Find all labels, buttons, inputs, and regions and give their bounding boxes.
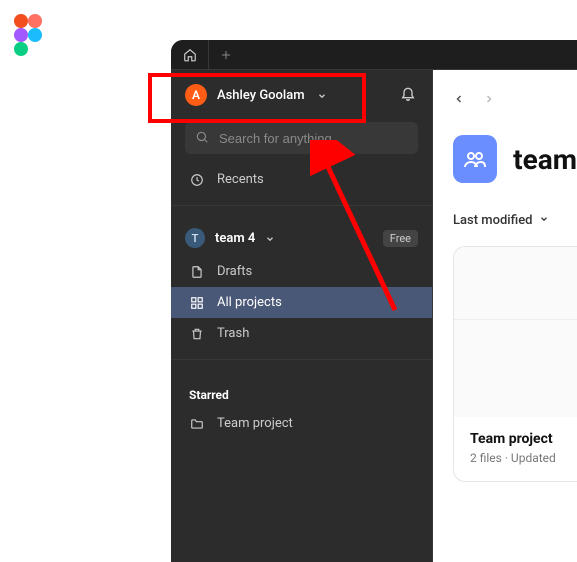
- sidebar-item-trash[interactable]: Trash: [171, 318, 432, 349]
- chevron-down-icon: [265, 229, 275, 248]
- user-name: Ashley Goolam: [217, 88, 305, 103]
- search-input[interactable]: [219, 131, 408, 146]
- sidebar-item-recents[interactable]: Recents: [171, 164, 432, 195]
- sort-label: Last modified: [453, 213, 533, 228]
- divider: [171, 359, 432, 360]
- team-switcher[interactable]: T team 4 Free: [171, 216, 432, 256]
- card-subtitle: 2 files · Updated: [470, 451, 577, 465]
- team-avatar: T: [185, 228, 205, 248]
- new-tab-button[interactable]: [209, 49, 243, 61]
- nav-forward-button[interactable]: [483, 90, 495, 109]
- figma-logo: [14, 14, 42, 56]
- sidebar-item-label: Drafts: [217, 264, 252, 279]
- account-switcher[interactable]: A Ashley Goolam: [185, 84, 327, 106]
- sort-dropdown[interactable]: Last modified: [433, 207, 577, 246]
- plan-badge: Free: [383, 230, 418, 247]
- search-field[interactable]: [185, 122, 418, 154]
- sidebar-item-drafts[interactable]: Drafts: [171, 256, 432, 287]
- sidebar-item-label: All projects: [217, 295, 282, 310]
- sidebar-item-label: Team project: [217, 416, 293, 431]
- file-icon: [189, 265, 205, 279]
- grid-icon: [189, 296, 205, 310]
- app-window: A Ashley Goolam: [171, 40, 577, 562]
- avatar: A: [185, 84, 207, 106]
- chevron-down-icon: [539, 213, 549, 228]
- sidebar-item-label: Trash: [217, 326, 249, 341]
- sidebar-item-all-projects[interactable]: All projects: [171, 287, 432, 318]
- project-card[interactable]: Team project 2 files · Updated: [453, 246, 577, 482]
- trash-icon: [189, 327, 205, 341]
- notifications-button[interactable]: [400, 85, 416, 105]
- team-name: team 4: [215, 231, 255, 246]
- starred-header: Starred: [171, 370, 432, 408]
- sidebar: A Ashley Goolam: [171, 70, 433, 562]
- tab-bar: [171, 40, 577, 70]
- nav-back-button[interactable]: [453, 90, 465, 109]
- sidebar-item-label: Recents: [217, 172, 264, 187]
- team-tile-icon: [453, 135, 497, 183]
- card-title: Team project: [470, 431, 577, 447]
- sidebar-item-team-project[interactable]: Team project: [171, 408, 432, 439]
- content-panel: team Last modified Team project 2 files …: [433, 70, 577, 562]
- card-thumbnail: [454, 247, 577, 417]
- home-tab[interactable]: [171, 40, 209, 70]
- page-title: team: [513, 143, 577, 176]
- search-icon: [195, 129, 209, 148]
- folder-icon: [189, 417, 205, 431]
- clock-icon: [189, 173, 205, 187]
- chevron-down-icon: [317, 86, 327, 105]
- divider: [171, 205, 432, 206]
